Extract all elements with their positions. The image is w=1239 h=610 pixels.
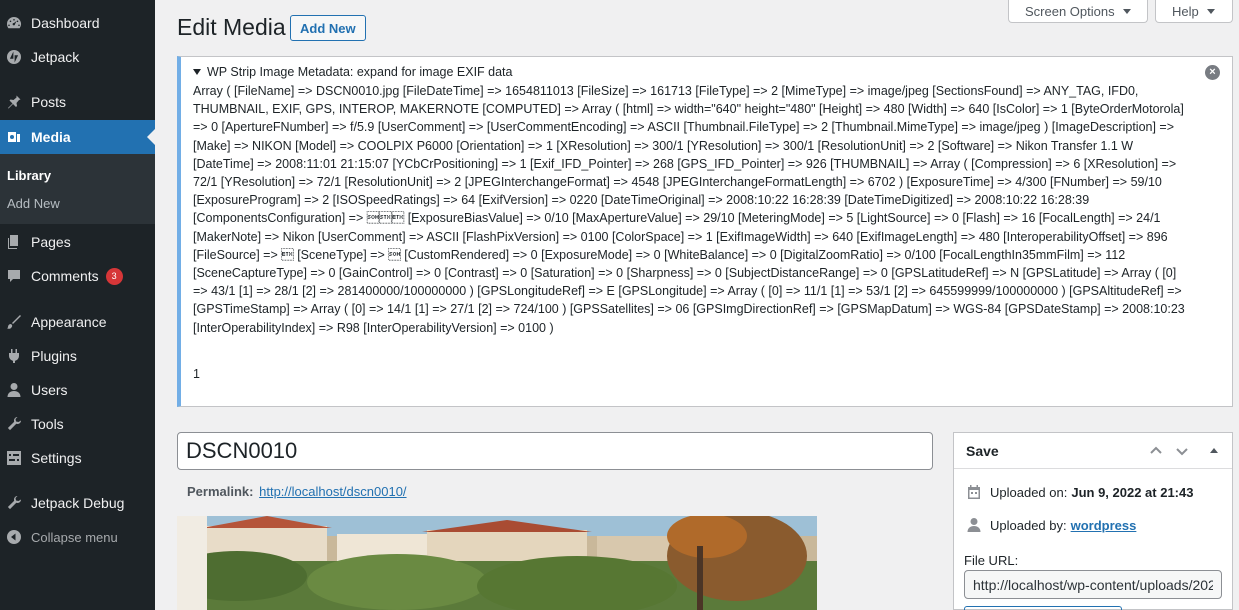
settings-icon [6,450,22,466]
permalink: Permalink: http://localhost/dscn0010/ [187,484,407,499]
collapse-menu-button[interactable]: Collapse menu [0,520,155,554]
sidebar-item-appearance[interactable]: Appearance [0,305,155,339]
media-title-input[interactable] [177,432,933,470]
dismiss-icon[interactable]: × [1205,65,1220,80]
move-up-icon[interactable] [1148,443,1164,459]
plugins-icon [6,348,22,364]
chevron-down-icon [1122,8,1131,14]
move-down-icon[interactable] [1174,443,1190,459]
wrench-icon [6,495,22,511]
add-new-button[interactable]: Add New [290,15,366,41]
sidebar-item-plugins[interactable]: Plugins [0,339,155,373]
sidebar-item-jetpack-debug[interactable]: Jetpack Debug [0,486,155,520]
sidebar-item-jetpack[interactable]: Jetpack [0,40,155,74]
jetpack-icon [6,49,22,65]
comments-icon [6,268,22,284]
uploaded-on-row: Uploaded on: Jun 9, 2022 at 21:43 [966,484,1193,500]
page-title: Edit Media [177,14,286,40]
sidebar-item-comments[interactable]: Comments 3 [0,259,155,293]
sidebar-item-label: Pages [31,234,71,250]
exif-return-value: 1 [193,367,200,381]
sidebar-item-label: Collapse menu [31,529,118,545]
comments-count-badge: 3 [105,267,123,285]
admin-sidebar: Dashboard Jetpack Posts Media Library Ad… [0,0,155,610]
toggle-panel-icon[interactable] [1206,443,1222,459]
exif-details-toggle[interactable]: WP Strip Image Metadata: expand for imag… [193,65,512,79]
uploaded-on-value: Jun 9, 2022 at 21:43 [1071,484,1194,500]
sidebar-item-dashboard[interactable]: Dashboard [0,6,155,40]
tools-icon [6,416,22,432]
pages-icon [6,234,22,250]
submenu-library[interactable]: Library [7,168,51,183]
sidebar-item-label: Appearance [31,314,107,330]
pin-icon [6,94,22,110]
sidebar-item-media[interactable]: Media [0,120,155,154]
chevron-down-icon [1206,8,1215,14]
permalink-link[interactable]: http://localhost/dscn0010/ [259,484,406,499]
submenu-add-new[interactable]: Add New [7,196,60,211]
sidebar-item-label: Tools [31,416,64,432]
permalink-label: Permalink: [187,484,254,499]
media-submenu: Library Add New [0,154,155,224]
sidebar-item-label: Media [31,129,71,145]
uploaded-by-link[interactable]: wordpress [1071,518,1137,533]
media-icon [6,129,22,145]
sidebar-item-label: Users [31,382,68,398]
media-image-preview [177,516,817,610]
sidebar-item-label: Jetpack [31,49,80,65]
file-url-label: File URL: [964,553,1019,568]
sidebar-item-pages[interactable]: Pages [0,225,155,259]
collapse-icon [6,529,22,545]
uploaded-on-label: Uploaded on: [990,484,1068,500]
screen-options-label: Screen Options [1025,3,1115,19]
exif-summary-text: WP Strip Image Metadata: expand for imag… [207,65,513,79]
sidebar-item-label: Dashboard [31,15,100,31]
exif-notice: WP Strip Image Metadata: expand for imag… [177,56,1233,407]
sidebar-item-posts[interactable]: Posts [0,85,155,119]
save-metabox-title: Save [966,442,999,459]
screen-options-button[interactable]: Screen Options [1008,0,1148,23]
sidebar-item-settings[interactable]: Settings [0,441,155,475]
uploaded-by-label: Uploaded by: [990,517,1067,533]
sidebar-item-label: Comments [31,268,99,284]
photo-illustration [177,516,817,610]
sidebar-item-label: Jetpack Debug [31,495,125,511]
exif-data-text: Array ( [FileName] => DSCN0010.jpg [File… [193,84,1185,335]
appearance-icon [6,314,22,330]
users-icon [6,382,22,398]
uploaded-by-row: Uploaded by: wordpress [966,517,1136,533]
disclosure-triangle-icon [193,69,201,75]
sidebar-item-tools[interactable]: Tools [0,407,155,441]
sidebar-item-label: Settings [31,450,82,466]
save-metabox: Save Uploaded on: Jun 9, 2022 at 21:43 U… [953,432,1233,610]
help-button[interactable]: Help [1155,0,1233,23]
save-metabox-header: Save [954,433,1232,469]
user-icon [966,517,982,533]
calendar-icon [966,484,982,500]
copy-url-button[interactable] [964,606,1122,610]
sidebar-item-label: Posts [31,94,67,110]
dashboard-icon [6,15,22,31]
sidebar-item-label: Plugins [31,348,77,364]
sidebar-item-users[interactable]: Users [0,373,155,407]
file-url-field[interactable] [964,570,1222,599]
help-label: Help [1172,3,1199,19]
